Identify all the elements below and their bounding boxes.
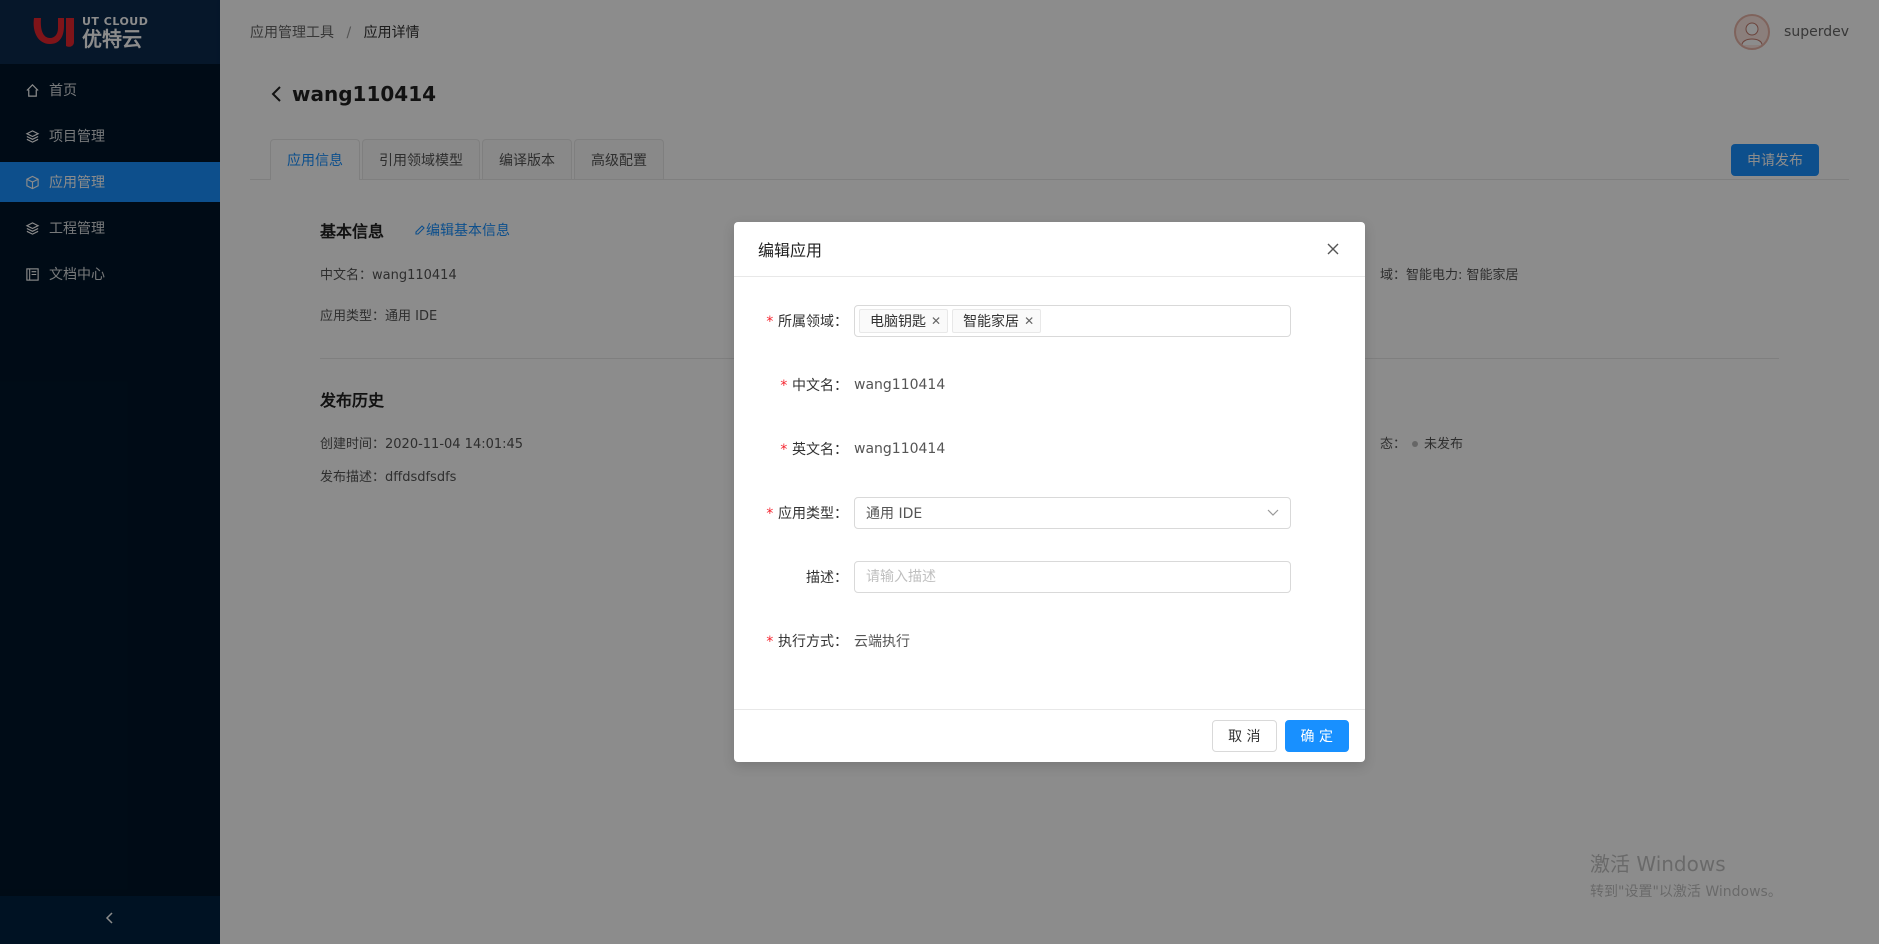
confirm-button[interactable]: 确 定 [1284, 720, 1349, 752]
required-mark: * [765, 634, 774, 650]
form-row-exec: * 执行方式： 云端执行 [734, 625, 1365, 657]
tag-close-icon[interactable]: ✕ [1024, 314, 1034, 328]
edit-app-modal: 编辑应用 * 所属领域： 电脑钥匙 ✕ 智能家居 ✕ * 中文名： wang1104… [734, 222, 1365, 762]
modal-title: 编辑应用 [758, 241, 823, 260]
form-row-desc: 描述： [734, 561, 1365, 593]
tag-label: 智能家居 [963, 314, 1020, 330]
tag-label: 电脑钥匙 [870, 314, 926, 330]
field-label: 中文名： [792, 378, 848, 394]
form-row-domain: * 所属领域： 电脑钥匙 ✕ 智能家居 ✕ [734, 305, 1365, 337]
app-type-select[interactable]: 通用 IDE [854, 497, 1291, 529]
close-icon[interactable] [1325, 241, 1341, 257]
required-mark: * [765, 506, 774, 522]
en-name-value: wang110414 [854, 441, 946, 457]
field-label: 执行方式： [778, 634, 848, 650]
chevron-down-icon [1267, 509, 1279, 517]
field-label: 描述： [806, 570, 848, 586]
tag-close-icon[interactable]: ✕ [931, 314, 941, 328]
domain-tag: 智能家居 ✕ [952, 309, 1042, 333]
form-row-cn-name: * 中文名： wang110414 [734, 369, 1365, 401]
cn-name-value: wang110414 [854, 377, 946, 393]
select-value: 通用 IDE [866, 506, 923, 522]
description-input[interactable] [854, 561, 1291, 593]
field-label: 所属领域： [778, 314, 848, 330]
form-row-en-name: * 英文名： wang110414 [734, 433, 1365, 465]
domain-tag: 电脑钥匙 ✕ [859, 309, 949, 333]
cancel-button[interactable]: 取 消 [1212, 720, 1277, 752]
required-mark: * [765, 314, 774, 330]
field-label: 应用类型： [778, 506, 848, 522]
form-row-app-type: * 应用类型： 通用 IDE [734, 497, 1365, 529]
required-mark: * [779, 378, 788, 394]
domain-multiselect[interactable]: 电脑钥匙 ✕ 智能家居 ✕ [854, 305, 1291, 337]
required-mark: * [779, 442, 788, 458]
exec-mode-value: 云端执行 [854, 634, 910, 650]
field-label: 英文名： [792, 442, 848, 458]
